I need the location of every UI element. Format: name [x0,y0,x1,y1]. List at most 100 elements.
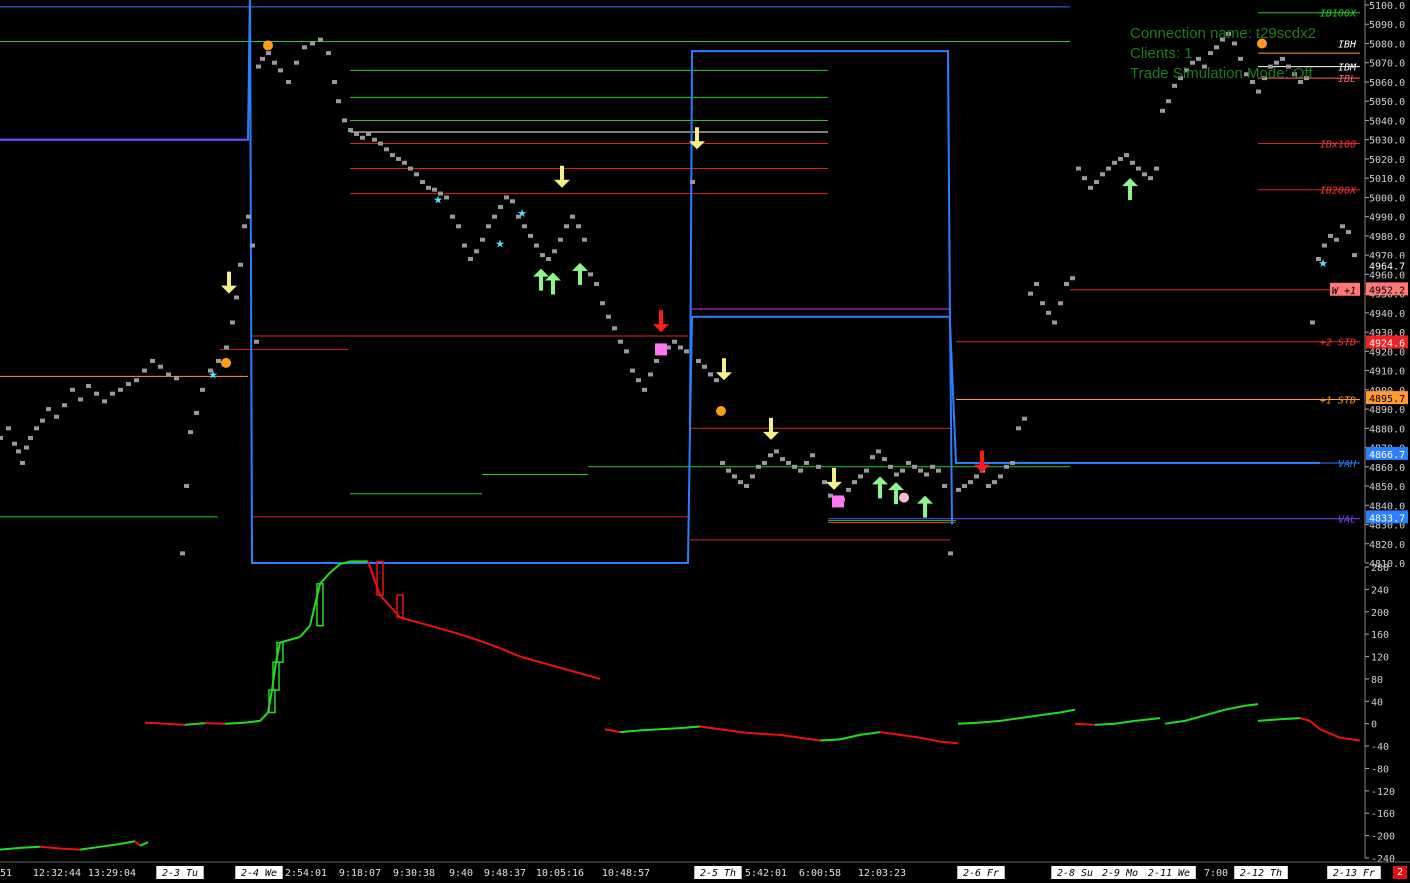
price-badge-label: 4833.7 [1369,513,1405,524]
price-bar [1322,243,1327,248]
osc-tick-label: 240 [1371,585,1389,596]
price-bar [486,224,491,229]
price-tick-label: 5030.0 [1369,136,1405,147]
price-bar [798,468,803,473]
price-bar [822,480,827,485]
time-tick-label: 13:29:04 [88,868,136,879]
price-bar [522,224,527,229]
price-tick-label: 4980.0 [1369,232,1405,243]
orange-dot-marker [221,357,231,368]
price-bar [1334,237,1339,242]
price-tick-label: 4940.0 [1369,309,1405,320]
osc-tick-label: 200 [1371,608,1389,619]
time-tick-label: 2-3 Tu [162,868,198,879]
price-tick-label: 5090.0 [1369,20,1405,31]
price-bar [962,484,967,489]
price-bar [242,224,247,229]
price-tick-label: 5010.0 [1369,174,1405,185]
osc-tick-label: 0 [1371,720,1377,731]
price-bar [474,249,479,254]
price-bar [642,387,647,392]
oscillator-step [224,721,246,725]
price-tick-label: 4860.0 [1369,463,1405,474]
oscillator-step [204,722,226,725]
trading-chart[interactable]: ★ ★ ★ ★ ★ 5100.0 5090.0 5080.0 5070.0 5060.0 5050… [0,0,1410,883]
price-bar [216,358,221,363]
price-bar [606,314,611,319]
oscillator-step [819,738,841,742]
price-bar [552,249,557,254]
osc-tick-label: -240 [1371,854,1395,865]
level-label: IBM [1338,63,1357,74]
price-tick-label: 5080.0 [1369,39,1405,50]
price-tick-label: 5020.0 [1369,155,1405,166]
price-bar [250,243,255,248]
price-bar [260,56,265,61]
price-bar [450,214,455,219]
price-bar [974,474,979,479]
price-bar [912,464,917,469]
price-bar [408,166,413,171]
time-tick-label: 10:05:16 [536,868,584,879]
cyan-star-marker: ★ [1318,257,1328,270]
price-bar [1064,282,1069,286]
price-bar [558,237,563,242]
price-bar [46,407,51,412]
price-bar [588,272,593,277]
price-bar [968,480,973,485]
oscillator-step [164,722,186,726]
price-bar [1124,153,1129,158]
price-bar [708,372,713,377]
price-bar [286,79,291,84]
price-tick-label: 5050.0 [1369,97,1405,108]
osc-tick-label: 40 [1371,697,1383,708]
oscillator-step [1279,717,1301,721]
alert-count-badge[interactable]: 2 [1393,866,1407,879]
price-tick-label: 4850.0 [1369,482,1405,493]
connection-info: Connection name: t29scdx2 Clients: 1 Tra… [1130,24,1316,84]
price-bar [70,387,75,392]
price-bar [780,457,785,462]
time-tick-label: 5:42:01 [745,868,787,879]
price-bar [174,376,179,381]
price-bar [1118,156,1123,161]
time-tick-label: 2-4 We [241,868,277,879]
price-bar [348,128,353,133]
price-bar [414,172,419,177]
time-tick-label: 51 [0,868,12,879]
price-bar [684,349,689,354]
price-bar [6,426,11,431]
price-badge-label: 4866.7 [1369,450,1405,461]
price-bar [24,445,29,450]
price-bar [1106,166,1111,171]
price-bar [696,358,701,363]
price-bar [956,487,961,492]
price-bar [366,131,371,136]
price-bar [1346,230,1351,235]
price-bar [918,468,923,473]
price-bar [318,37,323,42]
price-bar [864,468,869,473]
price-bar [332,79,337,84]
price-badge-label: 4924.6 [1369,338,1405,349]
price-bar [564,224,569,229]
price-bar [294,60,299,65]
price-bar [1160,108,1165,113]
price-bar [256,64,261,69]
price-bar [462,243,467,248]
price-bar [998,474,1003,479]
price-bar [504,195,509,200]
price-bar [118,387,123,392]
price-bar [142,368,147,373]
price-bar [882,457,887,462]
price-bar [876,449,881,454]
price-bar [1142,172,1147,177]
price-bar [744,484,749,489]
price-bar [426,185,431,190]
price-bar [936,468,941,473]
pink-dot-marker [899,492,909,503]
price-bar [1094,180,1099,185]
price-tick-label: 5060.0 [1369,78,1405,89]
price-bar [372,137,377,142]
price-bar [390,153,395,158]
